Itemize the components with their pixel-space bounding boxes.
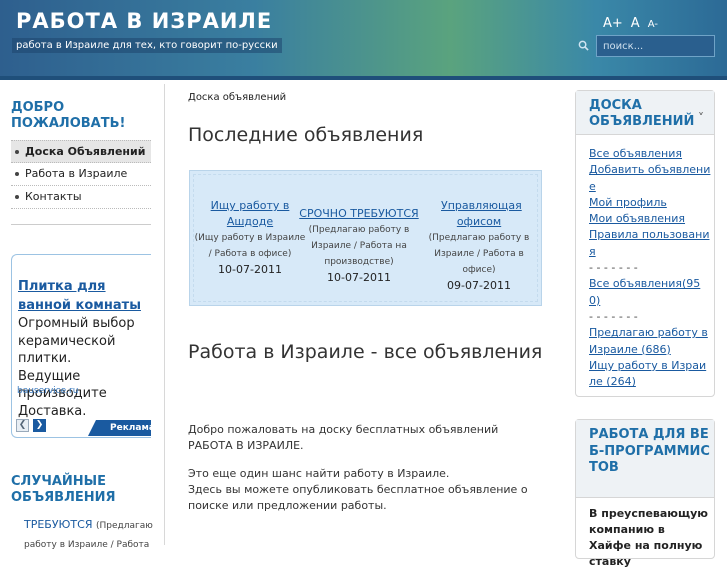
nav-item-label: Доска Объявлений (25, 145, 146, 158)
ad-label[interactable]: Реклама от (88, 420, 151, 436)
welcome-title: ДОБРО ПОЖАЛОВАТЬ! (11, 100, 126, 131)
link-my-ads[interactable]: Мои объявления (589, 211, 711, 227)
separator: - - - - - - - (589, 309, 638, 323)
separator: - - - - - - - (589, 261, 638, 275)
ad-link[interactable]: СРОЧНО ТРЕБУЮТСЯ (295, 206, 423, 222)
font-size-controls: A+ A A- (603, 16, 658, 31)
font-increase-button[interactable]: A+ (603, 16, 623, 31)
ad-date: 10-07-2011 (327, 271, 391, 284)
site-header: РАБОТА В ИЗРАИЛЕ работа в Израиле для те… (0, 0, 727, 80)
font-decrease-button[interactable]: A- (648, 19, 658, 31)
nav-item-work[interactable]: Работа в Израиле (11, 163, 151, 186)
search-icon (578, 40, 589, 51)
random-ad-link[interactable]: ТРЕБУЮТСЯ (24, 518, 92, 531)
ad-cell: СРОЧНО ТРЕБУЮТСЯ (Предлагаю работу в Изр… (295, 206, 423, 286)
ad-link[interactable]: Ищу работу в Ашдоде (194, 198, 306, 230)
ad-block[interactable]: Плитка для ванной комнаты Огромный выбор… (11, 254, 151, 438)
nav-item-label: Контакты (25, 190, 82, 203)
ad-cell: Управляющая офисом (Предлагаю работу в И… (423, 198, 535, 294)
random-ads-title: СЛУЧАЙНЫЕ ОБЪЯВЛЕНИЯ (11, 474, 116, 505)
left-nav: Доска Объявлений Работа в Израиле Контак… (11, 140, 151, 209)
intro-line: Здесь вы можете опубликовать бесплатное … (188, 483, 528, 512)
chevron-left-icon[interactable]: ❮ (16, 419, 29, 432)
ad-category: (Ищу работу в Израиле / Работа в офисе) (194, 233, 306, 259)
ad-text[interactable]: Огромный выбор керамической плитки. Веду… (18, 315, 151, 420)
ad-category: (Предлагаю работу в Израиле / Работа в о… (428, 233, 530, 275)
ad-category: (Предлагаю работу в Израиле / Работа на … (308, 225, 410, 267)
section-title: Работа в Израиле - все объявления (188, 341, 543, 363)
random-ad-sub2: работу в Израиле / Работа (24, 540, 150, 550)
latest-ads-grid: Ищу работу в Ашдоде (Ищу работу в Израил… (189, 170, 542, 306)
font-reset-button[interactable]: A (631, 16, 640, 31)
bullet-icon (15, 150, 19, 154)
chevron-right-icon[interactable]: ❯ (33, 419, 46, 432)
ad-cell: Ищу работу в Ашдоде (Ищу работу в Израил… (194, 198, 306, 278)
bullet-icon (15, 172, 19, 176)
link-all-ads[interactable]: Все объявления (589, 146, 711, 162)
webdev-widget: РАБОТА ДЛЯ ВЕБ-ПРОГРАММИСТОВ В преуспева… (575, 419, 715, 568)
bullet-icon (15, 195, 19, 199)
link-all-count[interactable]: Все объявления(950) (589, 276, 711, 309)
ad-domain[interactable]: bauservice.ru (17, 386, 78, 396)
ads-grid-inner: Ищу работу в Ашдоде (Ищу работу в Израил… (193, 174, 538, 302)
link-my-profile[interactable]: Мой профиль (589, 195, 711, 211)
link-add-ad[interactable]: Добавить объявление (589, 162, 711, 195)
webdev-widget-title: РАБОТА ДЛЯ ВЕБ-ПРОГРАММИСТОВ (576, 420, 714, 498)
latest-ads-title: Последние объявления (188, 124, 424, 146)
chevron-down-icon[interactable]: ˅ (698, 111, 704, 125)
ad-date: 09-07-2011 (447, 279, 511, 292)
left-sidebar: ДОБРО ПОЖАЛОВАТЬ! Доска Объявлений Работ… (0, 84, 165, 550)
link-category-seek[interactable]: Ищу работу в Израиле (264) (589, 358, 711, 391)
divider (11, 224, 151, 225)
nav-item-board[interactable]: Доска Объявлений (11, 140, 151, 163)
link-rules[interactable]: Правила пользования (589, 227, 711, 260)
intro-paragraph-2: Это еще один шанс найти работу в Израиле… (188, 466, 568, 514)
intro-line: Это еще один шанс найти работу в Израиле… (188, 467, 450, 480)
nav-item-contacts[interactable]: Контакты (11, 186, 151, 209)
board-links: Все объявления Добавить объявление Мой п… (589, 146, 711, 390)
board-widget-title: ДОСКА ОБЪЯВЛЕНИЙ (576, 91, 714, 135)
ad-link[interactable]: Управляющая офисом (423, 198, 535, 230)
ad-title[interactable]: Плитка для ванной комнаты (18, 277, 151, 315)
search-input[interactable] (596, 35, 715, 57)
site-tagline: работа в Израиле для тех, кто говорит по… (12, 38, 282, 53)
link-category-offer[interactable]: Предлагаю работу в Израиле (686) (589, 325, 711, 358)
random-ad-sub: (Предлагаю (95, 521, 153, 531)
ad-date: 10-07-2011 (218, 263, 282, 276)
site-title[interactable]: РАБОТА В ИЗРАИЛЕ (16, 9, 272, 33)
board-widget: ДОСКА ОБЪЯВЛЕНИЙ ˅ Все объявления Добави… (575, 90, 715, 397)
breadcrumb[interactable]: Доска объявлений (188, 92, 286, 103)
nav-item-label: Работа в Израиле (25, 167, 128, 180)
intro-paragraph: Добро пожаловать на доску бесплатных объ… (188, 423, 499, 452)
webdev-text: В преуспевающую компанию в Хайфе на полн… (589, 507, 709, 568)
random-ad-item: ТРЕБУЮТСЯ (Предлагаю работу в Израиле / … (11, 516, 161, 554)
